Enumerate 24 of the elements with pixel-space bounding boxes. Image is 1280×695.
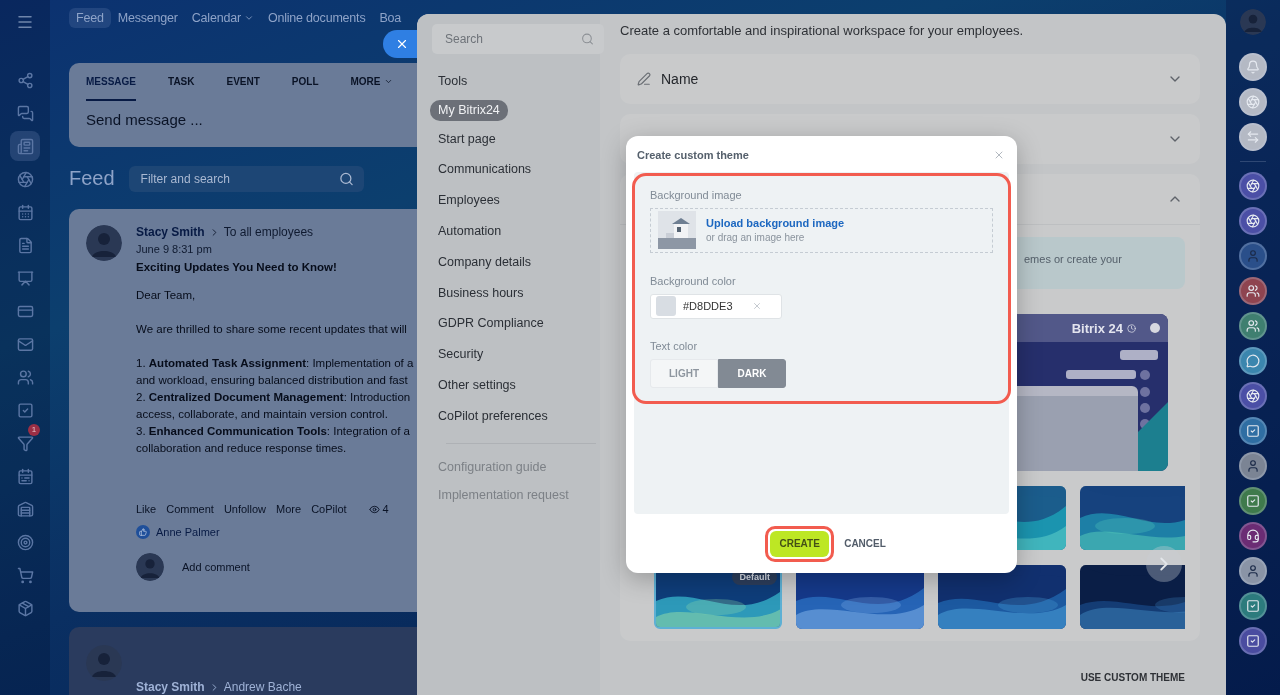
logo-text: Bitrix 24 bbox=[1071, 320, 1123, 336]
post-title: Exciting Updates You Need to Know! bbox=[136, 261, 338, 273]
post-text-line: Dear Team, bbox=[136, 288, 197, 303]
count-badge: 1 bbox=[28, 424, 40, 436]
feed-title: Feed bbox=[69, 167, 115, 190]
dialog-title: Create custom theme bbox=[637, 149, 749, 161]
field-label: Background image bbox=[650, 189, 743, 201]
post-text-line: 2. Centralized Document Management: Introduction bbox=[136, 390, 412, 405]
upload-hint: or drag an image here bbox=[706, 232, 806, 244]
post-text-line: 3. Enhanced Communication Tools: Integration of a bbox=[136, 424, 411, 439]
field-label: Text color bbox=[650, 340, 699, 352]
recipient-text: To all employees bbox=[223, 225, 314, 239]
recipient-text: Andrew Bache bbox=[223, 680, 302, 694]
post-text-line: collaboration and reduce response times. bbox=[136, 441, 348, 456]
field-label: Background color bbox=[650, 274, 737, 287]
post-time: June 9 8:31 pm bbox=[136, 243, 213, 255]
intro-text: Create a comfortable and inspirational workspace for your employees. bbox=[620, 23, 1025, 38]
section-title: Name bbox=[661, 71, 699, 87]
view-count: 4 bbox=[382, 503, 389, 515]
post-text-line: access, collaborate, and maintain version control. bbox=[136, 407, 389, 422]
post-text-line: and workload, ensuring balanced distribution and fast bbox=[136, 373, 409, 388]
post-text-line: 1. Automated Task Assignment: Implementation of a bbox=[136, 356, 414, 371]
info-text: emes or create your bbox=[1024, 253, 1122, 265]
post-text-line: We are thrilled to share some recent updates that will bbox=[136, 322, 408, 337]
